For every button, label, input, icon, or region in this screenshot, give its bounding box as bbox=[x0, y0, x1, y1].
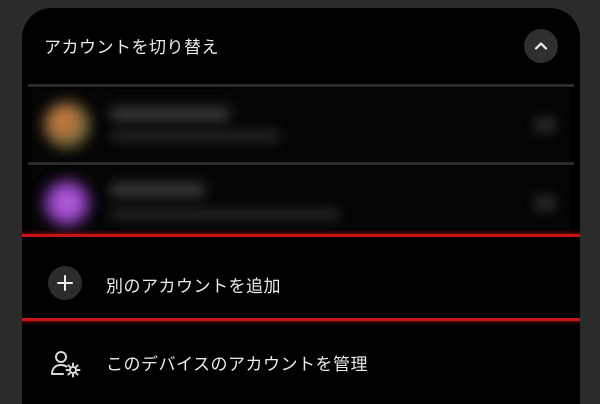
collapse-button[interactable] bbox=[524, 29, 558, 63]
divider bbox=[28, 84, 574, 87]
account-name-blurred bbox=[110, 107, 230, 121]
plus-icon bbox=[57, 275, 73, 291]
avatar bbox=[44, 180, 90, 226]
avatar bbox=[44, 102, 90, 148]
account-row-end bbox=[534, 195, 556, 211]
account-email-blurred bbox=[110, 131, 280, 141]
account-row-2[interactable] bbox=[32, 167, 570, 239]
add-account-label: 別のアカウントを追加 bbox=[106, 277, 281, 297]
account-row-1[interactable] bbox=[32, 89, 570, 161]
account-switcher-panel: アカウントを切り替え 別のアカウントを追加 このデバイスのアカウントを管理 bbox=[22, 8, 580, 404]
header-title: アカウントを切り替え bbox=[44, 38, 219, 58]
manage-accounts-icon bbox=[51, 351, 81, 378]
switcher-header[interactable]: アカウントを切り替え bbox=[22, 8, 580, 84]
plus-icon-container bbox=[48, 266, 82, 300]
account-name-blurred bbox=[110, 183, 205, 197]
chevron-up-icon bbox=[534, 42, 548, 50]
account-row-end bbox=[534, 117, 556, 133]
account-email-blurred bbox=[110, 209, 340, 219]
divider bbox=[28, 162, 574, 165]
manage-accounts-label: このデバイスのアカウントを管理 bbox=[106, 355, 368, 375]
